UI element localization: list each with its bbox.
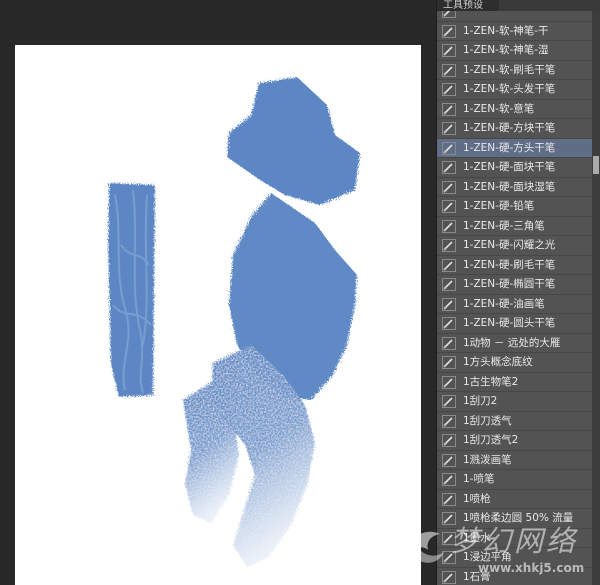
preset-item[interactable]: 1-ZEN-软-刷毛干笔	[437, 60, 593, 80]
brush-preset-icon	[442, 44, 456, 57]
preset-label: 1-ZEN-软-神笔-干	[463, 24, 549, 37]
preset-item[interactable]: 1喷枪	[437, 489, 593, 509]
brush-preset-icon	[442, 414, 456, 428]
brush-preset-icon	[442, 356, 456, 369]
brush-preset-icon	[442, 531, 456, 545]
brush-strokes	[108, 77, 360, 567]
preset-item[interactable]: 1喷枪柔边圆 50% 流量	[437, 509, 593, 529]
brush-preset-icon	[442, 395, 456, 408]
preset-item[interactable]: 1浸边平角	[437, 548, 593, 568]
preset-label: 1-ZEN-硬-面块干笔	[463, 161, 556, 173]
preset-label: 1-ZEN-软-刷毛干笔	[463, 63, 556, 76]
brush-preset-icon	[442, 141, 456, 155]
preset-label: 1刮刀透气	[463, 414, 512, 427]
preset-item[interactable]: 1刮刀2	[437, 392, 593, 412]
left-stroke	[108, 183, 155, 397]
brush-preset-icon	[442, 258, 456, 272]
brush-preset-icon	[442, 453, 456, 467]
brush-preset-icon	[442, 278, 456, 291]
preset-label: 1-ZEN-硬-三角笔	[463, 219, 545, 232]
preset-item[interactable]: 1-ZEN-硬-闪耀之光	[437, 236, 593, 256]
preset-item[interactable]: 1古生物笔2	[437, 372, 593, 392]
preset-item[interactable]: 1-ZEN-硬-面块干笔	[437, 158, 593, 178]
brush-preset-icon	[442, 200, 456, 213]
preset-label: 1刮刀2	[463, 395, 498, 407]
preset-label: 1-ZEN-硬-油画笔	[463, 297, 545, 310]
preset-item[interactable]: 1-ZEN-软-意笔	[437, 99, 593, 119]
preset-item[interactable]: 1-ZEN-硬-面块湿笔	[437, 177, 593, 197]
scrollbar-thumb[interactable]	[593, 156, 599, 174]
brush-preset-icon	[442, 239, 456, 252]
brush-preset-icon	[442, 24, 456, 38]
brush-preset-icon	[442, 219, 456, 233]
preset-label: 1石膏	[463, 570, 491, 583]
preset-item[interactable]: 1-ZEN-软-神笔-干	[437, 21, 593, 41]
brush-preset-icon	[442, 180, 456, 194]
preset-label: 1-ZEN-硬-闪耀之光	[463, 239, 556, 251]
preset-label: 1-喷笔	[463, 473, 495, 485]
preset-item[interactable]: 1动物 － 远处的大雁	[437, 333, 593, 353]
brush-preset-icon	[442, 122, 456, 135]
preset-item[interactable]: 1溅泼画笔	[437, 450, 593, 470]
preset-label: 1-ZEN-硬-铅笔	[463, 200, 535, 212]
preset-label: 1-ZEN-软-神笔-湿	[463, 44, 549, 56]
preset-label: 1方头概念底纹	[463, 356, 533, 368]
preset-item[interactable]: 1-ZEN-软-头发干笔	[437, 80, 593, 100]
brush-preset-icon	[442, 83, 456, 96]
preset-item[interactable]: 1-ZEN-硬-刷毛干笔	[437, 255, 593, 275]
preset-item[interactable]: 1-ZEN-硬-椭圆干笔	[437, 275, 593, 295]
brush-preset-icon	[442, 161, 456, 174]
brush-preset-icon	[442, 336, 456, 350]
preset-item[interactable]: 1刮刀透气	[437, 411, 593, 431]
top-blob	[227, 77, 360, 205]
brush-preset-icon	[442, 102, 456, 116]
preset-label: 1-ZEN-硬-椭圆干笔	[463, 278, 556, 290]
preset-label: 1墨水	[463, 531, 491, 544]
brush-preset-icon	[442, 297, 456, 311]
preset-label: 1-ZEN-硬-方块干笔	[463, 122, 556, 134]
preset-item[interactable]: 1-ZEN-软-神笔-湿	[437, 41, 593, 61]
brush-preset-icon	[442, 434, 456, 447]
brush-preset-icon	[442, 63, 456, 77]
preset-label: 1-ZEN-硬-方头干笔	[463, 141, 556, 154]
preset-label: 1-ZEN-硬-圆头干笔	[463, 317, 556, 329]
tool-presets-panel: 1-ZEN-软-皮肤湿笔1-ZEN-软-神笔-干1-ZEN-软-神笔-湿1-ZE…	[436, 0, 600, 585]
panel-tab-bar	[499, 0, 600, 11]
preset-item[interactable]: 1-喷笔	[437, 470, 593, 490]
brush-preset-icon	[442, 473, 456, 486]
document-canvas[interactable]	[15, 45, 421, 585]
panel-tab-tool-presets[interactable]: 工具预设	[437, 0, 499, 11]
preset-item[interactable]: 1方头概念底纹	[437, 353, 593, 373]
canvas-area[interactable]	[0, 0, 436, 585]
preset-label: 1喷枪	[463, 492, 491, 505]
brush-preset-icon	[442, 492, 456, 506]
preset-item[interactable]: 1-ZEN-硬-三角笔	[437, 216, 593, 236]
preset-label: 1喷枪柔边圆 50% 流量	[463, 512, 574, 524]
preset-item[interactable]: 1-ZEN-硬-方块干笔	[437, 119, 593, 139]
preset-item[interactable]: 1-ZEN-硬-圆头干笔	[437, 314, 593, 334]
brush-preset-icon	[442, 570, 456, 584]
preset-item[interactable]: 1-ZEN-硬-方头干笔	[437, 138, 593, 158]
preset-list: 1-ZEN-软-皮肤湿笔1-ZEN-软-神笔-干1-ZEN-软-神笔-湿1-ZE…	[437, 1, 593, 585]
scrollbar[interactable]	[592, 11, 600, 585]
preset-label: 1溅泼画笔	[463, 453, 512, 466]
preset-label: 1-ZEN-硬-面块湿笔	[463, 180, 556, 193]
brush-preset-icon	[442, 375, 456, 389]
preset-item[interactable]: 1-ZEN-硬-油画笔	[437, 294, 593, 314]
preset-label: 1动物 － 远处的大雁	[463, 336, 561, 349]
preset-label: 1刮刀透气2	[463, 434, 519, 446]
preset-item[interactable]: 1墨水	[437, 528, 593, 548]
preset-label: 1-ZEN-软-意笔	[463, 102, 535, 115]
preset-item[interactable]: 1-ZEN-硬-铅笔	[437, 197, 593, 217]
preset-label: 1-ZEN-硬-刷毛干笔	[463, 258, 556, 271]
brush-preset-icon	[442, 317, 456, 330]
brush-preset-icon	[442, 512, 456, 525]
preset-label: 1古生物笔2	[463, 375, 519, 388]
preset-item[interactable]: 1刮刀透气2	[437, 431, 593, 451]
preset-label: 1浸边平角	[463, 551, 512, 563]
brush-preset-icon	[442, 551, 456, 564]
preset-item[interactable]: 1石膏	[437, 567, 593, 585]
preset-label: 1-ZEN-软-头发干笔	[463, 83, 556, 95]
